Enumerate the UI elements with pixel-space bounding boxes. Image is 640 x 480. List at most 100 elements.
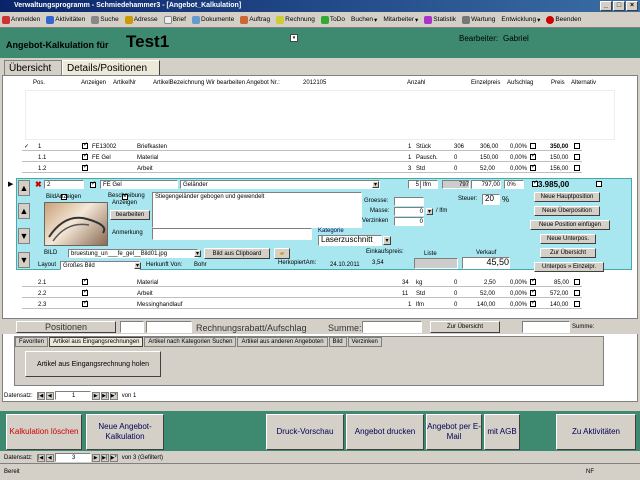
tab-details[interactable]: Details/Positionen [62, 60, 160, 76]
menu-entwicklung[interactable]: Entwicklung ▾ [501, 16, 540, 24]
tab-uebersicht[interactable]: Übersicht [4, 60, 62, 76]
beschreibung-text[interactable]: Stiegengeländer gebogen und gewendelt [152, 192, 362, 228]
maximize-button[interactable]: □ [613, 1, 625, 11]
last-record-icon[interactable]: ▶| [100, 453, 109, 462]
neue-unterpos-button[interactable]: Neue Unterpos. [540, 234, 596, 244]
prev-record-icon[interactable]: ◀ [45, 453, 54, 462]
menu-todo[interactable]: ToDo [320, 15, 345, 24]
anzeigen-checkbox[interactable] [82, 163, 88, 171]
arrow-down-icon[interactable]: ▼ [18, 228, 30, 244]
menu-brief[interactable]: Brief [163, 15, 186, 24]
kategorie-select[interactable]: Laserzuschnitt [318, 235, 382, 246]
angebot-email-button[interactable]: Angebot per E-Mail [426, 414, 482, 450]
next-record-icon[interactable]: ▶ [91, 391, 100, 400]
menu-suche[interactable]: Suche [91, 15, 119, 24]
anzeigen-checkbox[interactable] [82, 152, 88, 160]
verzinken-field[interactable]: 0 [394, 217, 424, 226]
chevron-down-icon[interactable]: ▾ [426, 208, 433, 215]
artikelnr-field[interactable]: FE Gel [100, 180, 178, 189]
arrow-up-icon[interactable]: ▲ [18, 180, 30, 196]
artikel-holen-button[interactable]: Artikel aus Eingangsrechnung holen [25, 351, 161, 377]
table-row[interactable]: ✓ 1 FE13002 Briefkasten 1 Stück 306 306,… [22, 141, 582, 151]
positionen-field[interactable] [120, 321, 144, 333]
arrow-down-icon[interactable]: ▼ [18, 252, 30, 268]
anzahl-field[interactable]: 5 [408, 180, 420, 189]
aufschlag-checkbox[interactable] [530, 299, 536, 307]
alternativ-checkbox[interactable] [574, 290, 580, 296]
aufschlag-checkbox[interactable] [530, 163, 536, 171]
neue-hauptposition-button[interactable]: Neue Hauptposition [534, 192, 600, 202]
chevron-down-icon[interactable]: ▾ [134, 262, 141, 269]
table-row[interactable]: 2.1 Material 34 kg 0 2,50 0,00% 85,00 [22, 277, 582, 287]
table-row[interactable]: 2.2 Arbeit 11 Std 0 52,00 0,00% 572,00 [22, 288, 582, 298]
masse-field[interactable]: 0 [394, 207, 424, 216]
subtab-eingangsrechnungen[interactable]: Artikel aus Eingangsrechnungen [49, 337, 144, 347]
einheit-field[interactable]: lfm [420, 180, 438, 189]
subtab-angebote[interactable]: Artikel aus anderen Angeboten [237, 337, 328, 347]
subtab-verzinken[interactable]: Verzinken [347, 337, 382, 347]
new-record-icon[interactable]: ▶* [109, 453, 118, 462]
pos-field[interactable]: 2 [44, 180, 84, 189]
rabatt-value-field[interactable] [146, 321, 192, 333]
zur-uebersicht-side-button[interactable]: Zur Übersicht [540, 248, 596, 258]
dropdown-button[interactable]: ▾ [290, 34, 298, 42]
druck-vorschau-button[interactable]: Druck-Vorschau [266, 414, 344, 450]
aufschlag-checkbox[interactable] [530, 277, 536, 285]
menu-auftrag[interactable]: Auftrag [240, 15, 270, 24]
bezeichnung-field[interactable]: Geländer [180, 180, 380, 189]
layout-select[interactable]: Großes Bild [60, 261, 140, 270]
menu-statistik[interactable]: Statistik [424, 15, 456, 24]
unterpos-einzelpreis-button[interactable]: Unterpos » Einzelpr. [534, 262, 604, 272]
anzeigen-checkbox[interactable] [82, 277, 88, 285]
neue-ueberposition-button[interactable]: Neue Überposition [534, 206, 600, 216]
zur-uebersicht-button[interactable]: Zur Übersicht [430, 321, 500, 333]
aufschlag-field[interactable]: 0% [504, 180, 524, 189]
next-record-icon[interactable]: ▶ [91, 453, 100, 462]
alternativ-checkbox[interactable] [574, 154, 580, 160]
anzeigen-checkbox[interactable] [82, 299, 88, 307]
first-record-icon[interactable]: |◀ [36, 391, 45, 400]
subtab-kategorien[interactable]: Artikel nach Kategorien Suchen [144, 337, 237, 347]
alternativ-checkbox[interactable] [574, 301, 580, 307]
record-number-field[interactable]: 1 [54, 391, 91, 400]
menu-mitarbeiter[interactable]: Mitarbeiter ▾ [383, 16, 418, 24]
last-record-icon[interactable]: ▶| [100, 391, 109, 400]
steuer-field[interactable]: 20 [482, 194, 500, 205]
first-record-icon[interactable]: |◀ [36, 453, 45, 462]
arrow-up-icon[interactable]: ▲ [18, 203, 30, 219]
anzeigen-checkbox[interactable] [82, 288, 88, 296]
menu-wartung[interactable]: Wartung [462, 15, 495, 24]
groesse-field[interactable] [394, 197, 424, 206]
subtab-bild[interactable]: Bild [328, 337, 347, 347]
menu-aktivitaeten[interactable]: Aktivitäten [46, 15, 85, 24]
menu-adresse[interactable]: Adresse [124, 15, 158, 24]
bild-file-field[interactable]: bruestung_un___fe_gel__Bild01.jpg [68, 249, 198, 258]
record-number-field[interactable]: 3 [54, 453, 91, 462]
subtab-favoriten[interactable]: Favoriten [15, 337, 49, 347]
anzeigen-checkbox[interactable] [90, 180, 96, 189]
table-row[interactable]: 1.1 FE Gel Material 1 Pausch. 0 150,00 0… [22, 152, 582, 162]
neue-kalkulation-button[interactable]: Neue Angebot-Kalkulation [86, 414, 164, 450]
mit-agb-button[interactable]: mit AGB [484, 414, 520, 450]
new-record-icon[interactable]: ▶* [109, 391, 118, 400]
anmerkung-field[interactable] [152, 228, 312, 240]
menu-beenden[interactable]: Beenden [546, 15, 581, 24]
alternativ-checkbox[interactable] [574, 165, 580, 171]
kalkulation-loeschen-button[interactable]: Kalkulation löschen [6, 414, 82, 450]
aufschlag-checkbox[interactable] [530, 152, 536, 160]
chevron-down-icon[interactable]: ▾ [383, 236, 391, 245]
bild-clipboard-button[interactable]: Bild aus Clipboard [204, 248, 270, 259]
alternativ-checkbox[interactable] [574, 279, 580, 285]
menu-rechnung[interactable]: Rechnung [276, 15, 315, 24]
aufschlag-checkbox[interactable] [530, 143, 536, 149]
bearbeiten-button[interactable]: bearbeiten [110, 210, 150, 220]
alternativ-checkbox[interactable] [595, 181, 602, 188]
anzeigen-checkbox[interactable] [82, 141, 88, 149]
menu-dokumente[interactable]: Dokumente [191, 15, 234, 24]
table-row[interactable]: 1.2 Arbeit 3 Std 0 52,00 0,00% 156,00 [22, 163, 582, 173]
aufschlag-checkbox[interactable] [530, 288, 536, 296]
menu-buchen[interactable]: Buchen ▾ [351, 16, 377, 24]
prev-record-icon[interactable]: ◀ [45, 391, 54, 400]
alternativ-checkbox[interactable] [574, 143, 580, 149]
chevron-down-icon[interactable]: ▾ [194, 250, 201, 257]
